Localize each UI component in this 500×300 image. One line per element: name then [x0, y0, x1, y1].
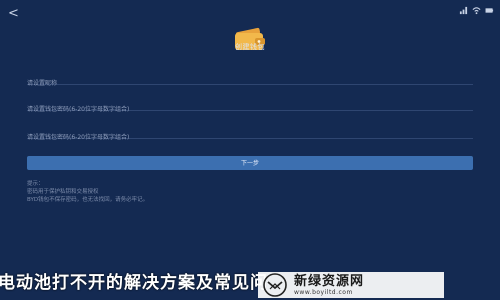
notes-line: BYD钱包不保存密码，也无法找回，请务必牢记。	[27, 197, 149, 203]
wallet-icon	[235, 27, 265, 50]
nickname-input[interactable]	[27, 77, 473, 90]
watermark-subtitle: www.boyiltd.com	[294, 288, 353, 296]
notes-heading: 提示：	[27, 181, 44, 187]
confirm-password-field[interactable]	[27, 124, 473, 144]
password-notes: 提示： 密码用于保护私钥和交易授权 BYD钱包不保存密码，也无法找回，请务必牢记…	[27, 180, 473, 204]
signal-icon	[459, 6, 468, 15]
status-bar-icons	[459, 6, 494, 15]
watermark-logo-icon	[263, 273, 287, 297]
notes-line: 密码用于保护私钥和交易授权	[27, 189, 99, 195]
next-button[interactable]: 下一步	[27, 156, 473, 170]
page-title: 创建钱包	[235, 43, 265, 51]
password-input[interactable]	[27, 103, 473, 116]
nickname-field[interactable]	[27, 70, 473, 90]
back-arrow-icon[interactable]: <	[8, 6, 24, 22]
wifi-icon	[472, 7, 481, 15]
watermark-title: 新绿资源网	[294, 273, 365, 289]
battery-icon	[485, 8, 494, 13]
create-wallet-screen: < 创建钱包 下一步 提示： 密码用于保护私钥和交易	[0, 0, 500, 300]
watermark: 新绿资源网 www.boyiltd.com	[258, 272, 444, 298]
confirm-password-input[interactable]	[27, 131, 473, 144]
password-field[interactable]	[27, 96, 473, 116]
